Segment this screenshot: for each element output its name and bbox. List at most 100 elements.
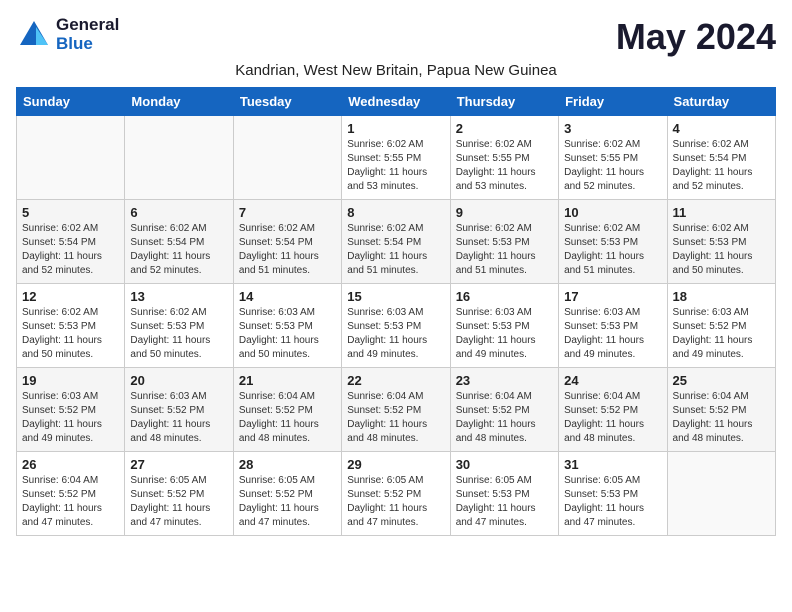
day-number: 6 bbox=[130, 205, 227, 220]
calendar-cell: 8 Sunrise: 6:02 AM Sunset: 5:54 PM Daylig… bbox=[342, 200, 450, 284]
calendar-cell: 25Sunrise: 6:04 AM Sunset: 5:52 PM Dayli… bbox=[667, 368, 775, 452]
calendar-cell: 14 Sunrise: 6:03 AM Sunset: 5:53 PM Dayli… bbox=[233, 284, 341, 368]
calendar-cell: 22 Sunrise: 6:04 AM Sunset: 5:52 PM Dayli… bbox=[342, 368, 450, 452]
day-number: 29 bbox=[347, 457, 444, 472]
calendar-cell: 1 Sunrise: 6:02 AM Sunset: 5:55 PM Daylig… bbox=[342, 116, 450, 200]
calendar-cell bbox=[233, 116, 341, 200]
day-number: 21 bbox=[239, 373, 336, 388]
header-row: SundayMondayTuesdayWednesdayThursdayFrid… bbox=[17, 88, 776, 116]
day-number: 14 bbox=[239, 289, 336, 304]
logo-wrapper: General Blue bbox=[16, 16, 119, 53]
calendar-cell: 12Sunrise: 6:02 AM Sunset: 5:53 PM Dayli… bbox=[17, 284, 125, 368]
day-number: 30 bbox=[456, 457, 553, 472]
day-number: 7 bbox=[239, 205, 336, 220]
day-info: Sunrise: 6:03 AM Sunset: 5:53 PM Dayligh… bbox=[239, 306, 336, 362]
calendar-cell: 13 Sunrise: 6:02 AM Sunset: 5:53 PM Dayli… bbox=[125, 284, 233, 368]
day-info: Sunrise: 6:02 AM Sunset: 5:54 PM Dayligh… bbox=[347, 222, 444, 278]
day-info: Sunrise: 6:05 AM Sunset: 5:52 PM Dayligh… bbox=[239, 474, 336, 530]
day-info: Sunrise: 6:05 AM Sunset: 5:52 PM Dayligh… bbox=[130, 474, 227, 530]
weekday-header-wednesday: Wednesday bbox=[342, 88, 450, 116]
week-row-2: 12 Sunrise: 6:02 AM Sunset: 5:53 PM Dayli… bbox=[17, 284, 776, 368]
calendar-cell: 17 Sunrise: 6:03 AM Sunset: 5:53 PM Dayli… bbox=[559, 284, 667, 368]
logo-general-text: General bbox=[56, 16, 119, 35]
day-number: 26 bbox=[22, 457, 119, 472]
calendar-body: 1 Sunrise: 6:02 AM Sunset: 5:55 PM Daylig… bbox=[17, 116, 776, 536]
day-info: Sunrise: 6:02 AM Sunset: 5:54 PM Dayligh… bbox=[130, 222, 227, 278]
day-number: 22 bbox=[347, 373, 444, 388]
logo-name: General Blue bbox=[56, 16, 119, 53]
day-number: 1 bbox=[347, 121, 444, 136]
calendar-cell: 28 Sunrise: 6:05 AM Sunset: 5:52 PM Dayli… bbox=[233, 452, 341, 536]
day-info: Sunrise: 6:03 AM Sunset: 5:53 PM Dayligh… bbox=[347, 306, 444, 362]
weekday-header-tuesday: Tuesday bbox=[233, 88, 341, 116]
day-number: 4 bbox=[673, 121, 770, 136]
calendar-cell: 26 Sunrise: 6:04 AM Sunset: 5:52 PM Dayli… bbox=[17, 452, 125, 536]
weekday-header-thursday: Thursday bbox=[450, 88, 558, 116]
calendar-cell: 2Sunrise: 6:02 AM Sunset: 5:55 PM Daylig… bbox=[450, 116, 558, 200]
calendar-cell bbox=[125, 116, 233, 200]
day-info: Sunrise: 6:05 AM Sunset: 5:52 PM Dayligh… bbox=[347, 474, 444, 530]
calendar-cell: 7Sunrise: 6:02 AM Sunset: 5:54 PM Daylig… bbox=[233, 200, 341, 284]
day-number: 20 bbox=[130, 373, 227, 388]
day-info: Sunrise: 6:04 AM Sunset: 5:52 PM Dayligh… bbox=[239, 390, 336, 446]
calendar-cell: 27 Sunrise: 6:05 AM Sunset: 5:52 PM Dayli… bbox=[125, 452, 233, 536]
weekday-header-sunday: Sunday bbox=[17, 88, 125, 116]
day-number: 13 bbox=[130, 289, 227, 304]
week-row-3: 19 Sunrise: 6:03 AM Sunset: 5:52 PM Dayli… bbox=[17, 368, 776, 452]
day-number: 27 bbox=[130, 457, 227, 472]
day-number: 18 bbox=[673, 289, 770, 304]
day-number: 12 bbox=[22, 289, 119, 304]
day-info: Sunrise: 6:03 AM Sunset: 5:53 PM Dayligh… bbox=[456, 306, 553, 362]
day-number: 3 bbox=[564, 121, 661, 136]
day-info: Sunrise: 6:02 AM Sunset: 5:53 PM Dayligh… bbox=[456, 222, 553, 278]
day-info: Sunrise: 6:02 AM Sunset: 5:55 PM Dayligh… bbox=[347, 138, 444, 194]
day-info: Sunrise: 6:02 AM Sunset: 5:54 PM Dayligh… bbox=[673, 138, 770, 194]
calendar-cell: 9 Sunrise: 6:02 AM Sunset: 5:53 PM Daylig… bbox=[450, 200, 558, 284]
calendar-cell: 4 Sunrise: 6:02 AM Sunset: 5:54 PM Daylig… bbox=[667, 116, 775, 200]
day-number: 11 bbox=[673, 205, 770, 220]
day-info: Sunrise: 6:04 AM Sunset: 5:52 PM Dayligh… bbox=[564, 390, 661, 446]
day-info: Sunrise: 6:04 AM Sunset: 5:52 PM Dayligh… bbox=[22, 474, 119, 530]
month-title: May 2024 bbox=[616, 16, 776, 58]
header-area: General Blue May 2024 bbox=[16, 16, 776, 58]
calendar-cell: 30Sunrise: 6:05 AM Sunset: 5:53 PM Dayli… bbox=[450, 452, 558, 536]
day-number: 5 bbox=[22, 205, 119, 220]
calendar-cell: 21 Sunrise: 6:04 AM Sunset: 5:52 PM Dayli… bbox=[233, 368, 341, 452]
day-number: 8 bbox=[347, 205, 444, 220]
day-number: 24 bbox=[564, 373, 661, 388]
day-info: Sunrise: 6:04 AM Sunset: 5:52 PM Dayligh… bbox=[347, 390, 444, 446]
calendar-cell bbox=[667, 452, 775, 536]
calendar-cell: 6 Sunrise: 6:02 AM Sunset: 5:54 PM Daylig… bbox=[125, 200, 233, 284]
day-info: Sunrise: 6:03 AM Sunset: 5:52 PM Dayligh… bbox=[130, 390, 227, 446]
calendar-cell: 23 Sunrise: 6:04 AM Sunset: 5:52 PM Dayli… bbox=[450, 368, 558, 452]
day-number: 25 bbox=[673, 373, 770, 388]
day-number: 23 bbox=[456, 373, 553, 388]
day-info: Sunrise: 6:03 AM Sunset: 5:52 PM Dayligh… bbox=[22, 390, 119, 446]
day-number: 16 bbox=[456, 289, 553, 304]
day-info: Sunrise: 6:03 AM Sunset: 5:52 PM Dayligh… bbox=[673, 306, 770, 362]
calendar-cell: 19 Sunrise: 6:03 AM Sunset: 5:52 PM Dayli… bbox=[17, 368, 125, 452]
logo-blue-text: Blue bbox=[56, 35, 119, 54]
day-info: Sunrise: 6:03 AM Sunset: 5:53 PM Dayligh… bbox=[564, 306, 661, 362]
calendar-cell: 15 Sunrise: 6:03 AM Sunset: 5:53 PM Dayli… bbox=[342, 284, 450, 368]
weekday-header-saturday: Saturday bbox=[667, 88, 775, 116]
day-info: Sunrise: 6:02 AM Sunset: 5:53 PM Dayligh… bbox=[673, 222, 770, 278]
day-number: 28 bbox=[239, 457, 336, 472]
day-number: 9 bbox=[456, 205, 553, 220]
day-info: Sunrise: 6:02 AM Sunset: 5:53 PM Dayligh… bbox=[130, 306, 227, 362]
calendar-table: SundayMondayTuesdayWednesdayThursdayFrid… bbox=[16, 87, 776, 536]
calendar-cell: 29 Sunrise: 6:05 AM Sunset: 5:52 PM Dayli… bbox=[342, 452, 450, 536]
day-number: 15 bbox=[347, 289, 444, 304]
calendar-header: SundayMondayTuesdayWednesdayThursdayFrid… bbox=[17, 88, 776, 116]
day-number: 19 bbox=[22, 373, 119, 388]
calendar-cell: 16 Sunrise: 6:03 AM Sunset: 5:53 PM Dayli… bbox=[450, 284, 558, 368]
logo-icon bbox=[16, 17, 52, 53]
calendar-cell: 31Sunrise: 6:05 AM Sunset: 5:53 PM Dayli… bbox=[559, 452, 667, 536]
week-row-4: 26 Sunrise: 6:04 AM Sunset: 5:52 PM Dayli… bbox=[17, 452, 776, 536]
day-number: 10 bbox=[564, 205, 661, 220]
day-info: Sunrise: 6:02 AM Sunset: 5:55 PM Dayligh… bbox=[456, 138, 553, 194]
day-info: Sunrise: 6:04 AM Sunset: 5:52 PM Dayligh… bbox=[456, 390, 553, 446]
calendar-cell: 24 Sunrise: 6:04 AM Sunset: 5:52 PM Dayli… bbox=[559, 368, 667, 452]
day-number: 17 bbox=[564, 289, 661, 304]
calendar-cell: 18 Sunrise: 6:03 AM Sunset: 5:52 PM Dayli… bbox=[667, 284, 775, 368]
